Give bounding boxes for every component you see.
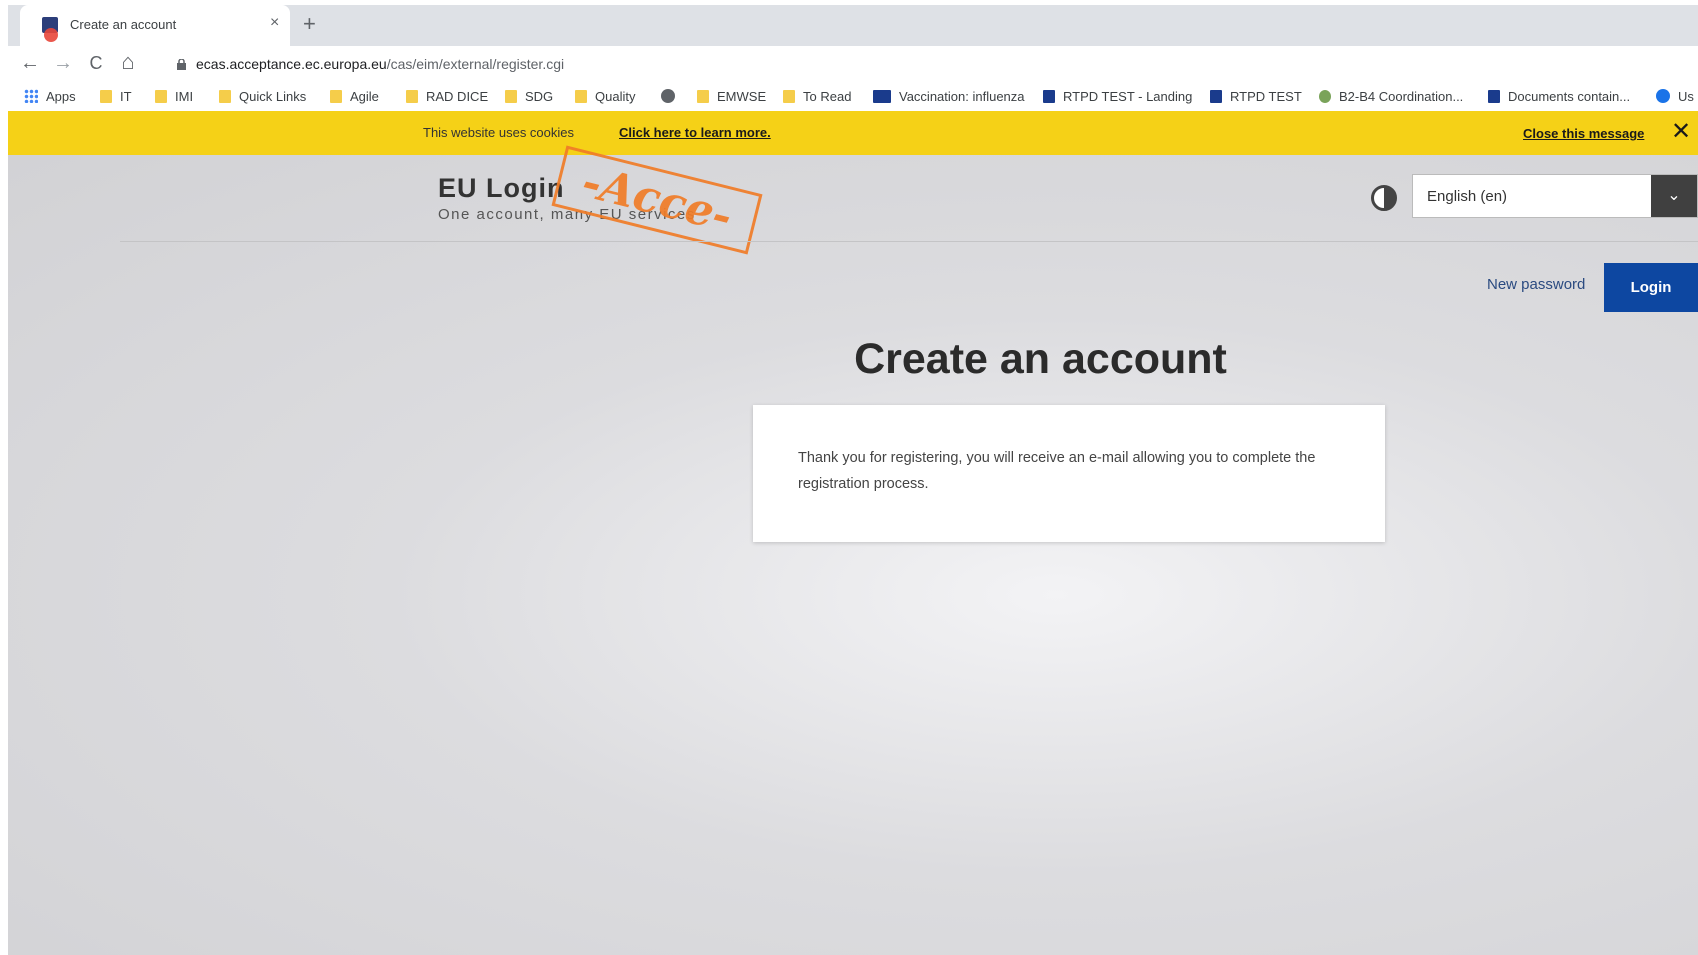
bookmark-label: IMI bbox=[175, 89, 194, 104]
bookmark-b2-b4-coordination[interactable]: B2-B4 Coordination... bbox=[1319, 89, 1463, 104]
page-title: Create an account bbox=[854, 335, 1227, 383]
back-arrow-icon[interactable]: ← bbox=[18, 52, 42, 75]
bookmark-label: RTPD TEST - Landing bbox=[1063, 89, 1193, 104]
home-icon[interactable]: ⌂ bbox=[116, 49, 140, 75]
bookmark-emwse[interactable]: EMWSE bbox=[697, 89, 766, 104]
chevron-down-icon[interactable]: ⌄ bbox=[1651, 175, 1697, 217]
bookmark-label: RAD DICE bbox=[426, 89, 489, 104]
close-icon[interactable]: ✕ bbox=[1671, 117, 1691, 146]
cookie-banner: This website uses cookies Click here to … bbox=[8, 111, 1698, 155]
bookmark-rtpd-test-landing[interactable]: RTPD TEST - Landing bbox=[1043, 89, 1192, 104]
tab-create-account[interactable]: Create an account × bbox=[20, 5, 290, 46]
folder-icon bbox=[155, 90, 167, 103]
bookmark-rad-dice[interactable]: RAD DICE bbox=[406, 89, 488, 104]
bookmark-agile[interactable]: Agile bbox=[330, 89, 379, 104]
url-host: ecas.acceptance.ec.europa.eu bbox=[196, 56, 387, 72]
new-tab-icon[interactable]: + bbox=[303, 11, 316, 37]
cookie-learn-more-link[interactable]: Click here to learn more. bbox=[619, 125, 771, 140]
bookmark-label: B2-B4 Coordination... bbox=[1339, 89, 1464, 104]
cookie-text: This website uses cookies bbox=[423, 125, 575, 140]
bookmark-label: Us bbox=[1678, 89, 1694, 104]
new-password-link[interactable]: New password bbox=[1487, 276, 1585, 293]
bookmark-vaccination[interactable]: Vaccination: influenza bbox=[873, 89, 1025, 104]
lock-icon bbox=[177, 59, 186, 70]
language-select[interactable]: English (en) ⌄ bbox=[1412, 174, 1698, 218]
bookmark-label: Quality bbox=[595, 89, 636, 104]
cookie-close-link[interactable]: Close this message bbox=[1523, 126, 1644, 141]
bookmark-label: IT bbox=[120, 89, 132, 104]
folder-icon bbox=[100, 90, 112, 103]
bookmark-label: SDG bbox=[525, 89, 554, 104]
bookmark-us[interactable]: Us bbox=[1656, 89, 1694, 104]
eu-flag-icon bbox=[1488, 90, 1500, 103]
globe-icon bbox=[1656, 89, 1670, 103]
tab-title: Create an account bbox=[70, 17, 177, 32]
folder-icon bbox=[406, 90, 418, 103]
tab-strip: Create an account × + bbox=[8, 5, 1698, 46]
folder-icon bbox=[783, 90, 795, 103]
browser-toolbar: ← → C ⌂ ecas.acceptance.ec.europa.eu/cas… bbox=[8, 46, 1698, 84]
contrast-toggle-icon[interactable] bbox=[1371, 185, 1397, 211]
address-bar[interactable]: ecas.acceptance.ec.europa.eu/cas/eim/ext… bbox=[163, 49, 1693, 81]
page-body: EU Login One account, many EU services -… bbox=[8, 145, 1698, 955]
login-button[interactable]: Login bbox=[1604, 263, 1698, 312]
header-divider bbox=[120, 241, 1698, 242]
bookmark-rtpd-test[interactable]: RTPD TEST bbox=[1210, 89, 1302, 104]
confirmation-message: Thank you for registering, you will rece… bbox=[798, 450, 1316, 492]
tab-close-icon[interactable]: × bbox=[270, 14, 279, 32]
bookmark-label: Documents contain... bbox=[1508, 89, 1631, 104]
bookmark-imi[interactable]: IMI bbox=[155, 89, 193, 104]
folder-icon bbox=[330, 90, 342, 103]
language-value: English (en) bbox=[1427, 188, 1508, 205]
eu-flag-icon bbox=[1210, 90, 1222, 103]
folder-icon bbox=[505, 90, 517, 103]
globe-icon bbox=[661, 89, 675, 103]
folder-icon bbox=[219, 90, 231, 103]
folder-icon bbox=[575, 90, 587, 103]
recording-indicator-icon bbox=[44, 28, 58, 42]
bookmark-it[interactable]: IT bbox=[100, 89, 132, 104]
bookmark-label: Apps bbox=[46, 89, 76, 104]
bookmark-label: RTPD TEST bbox=[1230, 89, 1302, 104]
eu-login-logo-title[interactable]: EU Login bbox=[438, 173, 564, 204]
bookmark-quality[interactable]: Quality bbox=[575, 89, 635, 104]
bookmark-globe[interactable] bbox=[661, 89, 683, 104]
bookmark-to-read[interactable]: To Read bbox=[783, 89, 851, 104]
bookmark-label: Quick Links bbox=[239, 89, 307, 104]
bookmark-documents[interactable]: Documents contain... bbox=[1488, 89, 1630, 104]
forward-arrow-icon[interactable]: → bbox=[51, 52, 75, 75]
acceptance-stamp: -Acce- bbox=[551, 145, 763, 255]
eu-flag-icon bbox=[873, 90, 891, 103]
eu-flag-icon bbox=[1043, 90, 1055, 103]
bookmarks-bar: Apps IT IMI Quick Links Agile RAD DICE S… bbox=[8, 84, 1698, 111]
bookmark-label: To Read bbox=[803, 89, 852, 104]
confirmation-card: Thank you for registering, you will rece… bbox=[753, 405, 1385, 542]
browser-window: Create an account × + ← → C ⌂ ecas.accep… bbox=[0, 0, 1698, 955]
bookmark-label: Vaccination: influenza bbox=[899, 89, 1025, 104]
bookmark-label: EMWSE bbox=[717, 89, 767, 104]
folder-icon bbox=[697, 90, 709, 103]
url-text: ecas.acceptance.ec.europa.eu/cas/eim/ext… bbox=[196, 56, 564, 72]
leaf-icon bbox=[1319, 90, 1331, 103]
url-path: /cas/eim/external/register.cgi bbox=[386, 56, 565, 72]
bookmark-sdg[interactable]: SDG bbox=[505, 89, 553, 104]
bookmark-quick-links[interactable]: Quick Links bbox=[219, 89, 306, 104]
apps-grid-icon bbox=[24, 89, 38, 103]
bookmark-apps[interactable]: Apps bbox=[24, 89, 76, 104]
bookmark-label: Agile bbox=[350, 89, 379, 104]
reload-icon[interactable]: C bbox=[84, 53, 108, 74]
